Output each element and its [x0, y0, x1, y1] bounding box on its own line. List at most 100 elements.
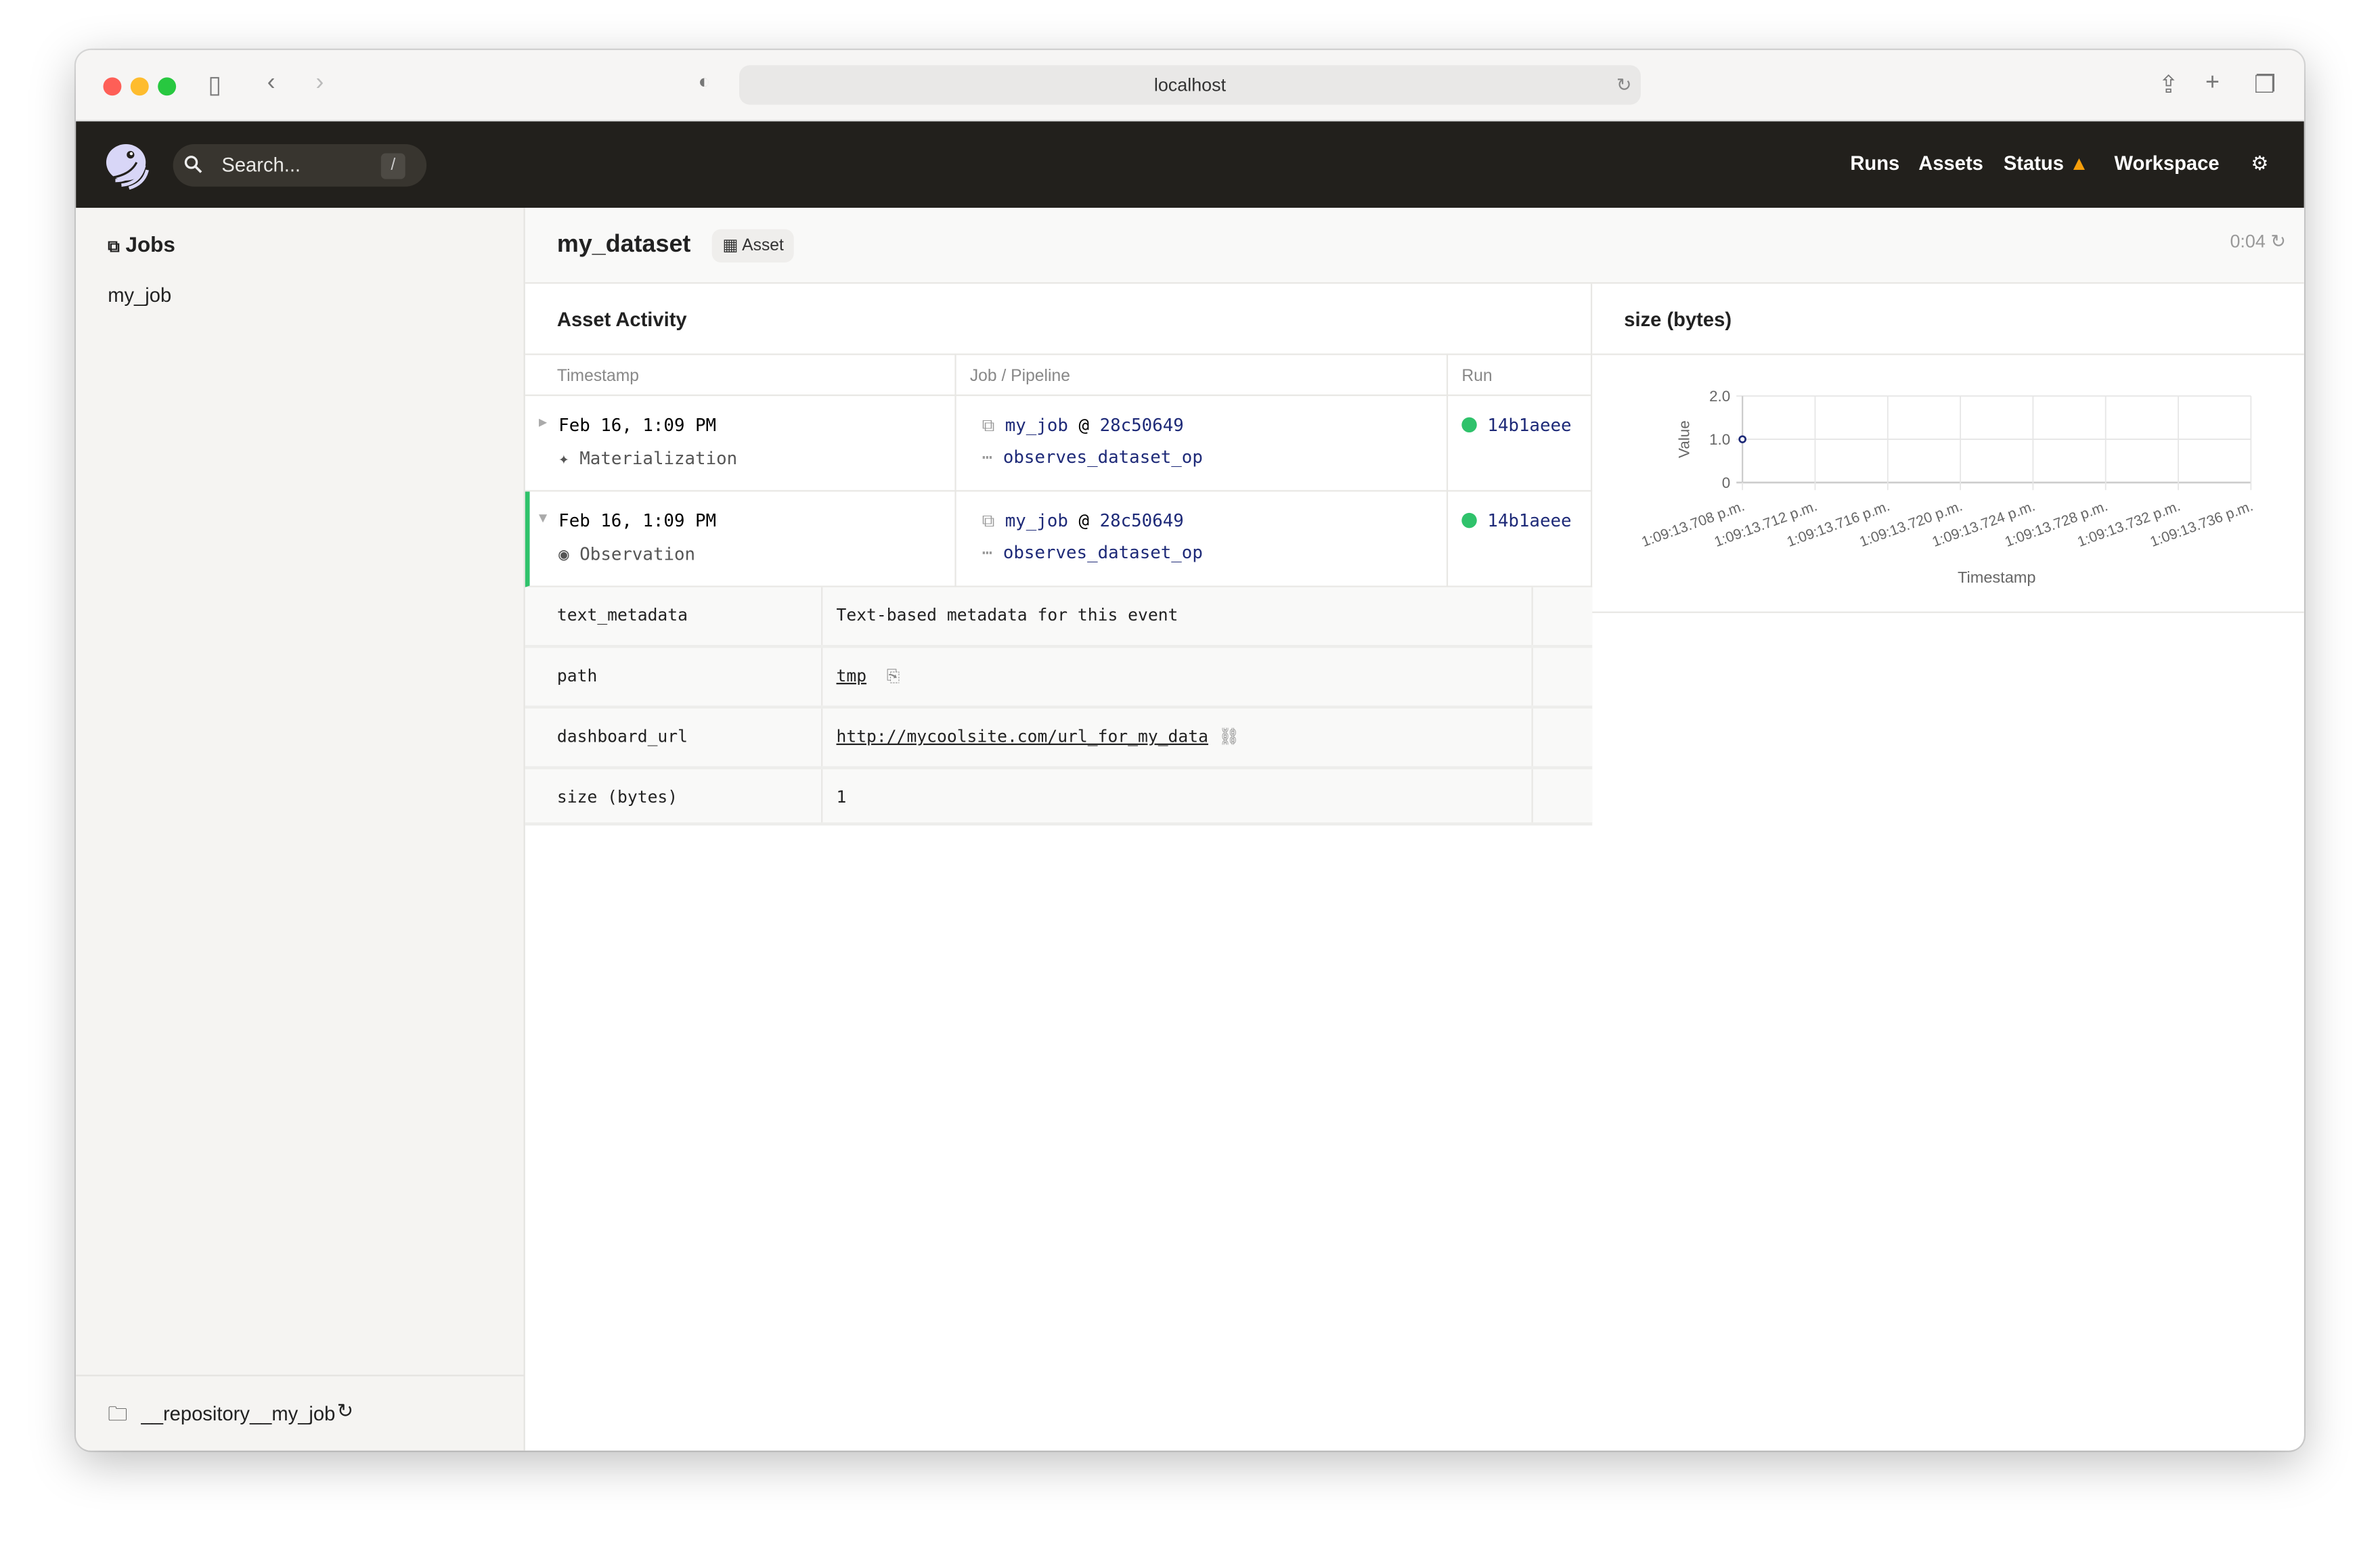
asset-header: my_dataset ▦ Asset 0:04 ↻	[525, 208, 2304, 284]
op-link[interactable]: ⋯ observes_dataset_op	[982, 446, 1203, 467]
event-type: ◉ Observation	[558, 543, 695, 564]
op-name[interactable]: observes_dataset_op	[1003, 542, 1203, 563]
op-icon: ⋯	[982, 541, 993, 563]
size-chart: 01.02.01:09:13.708 p.m.1:09:13.712 p.m.1…	[1639, 388, 2255, 586]
top-navigation: Search... / Runs Assets Status ▲ Workspa…	[76, 121, 2304, 208]
reload-icon[interactable]: ↻	[1616, 65, 1632, 104]
size-chart-panel: size (bytes) 0 1.0 2.0 1:09:13.708 p.m. 1:09…	[1592, 284, 2304, 613]
snapshot-id[interactable]: 28c50649	[1100, 510, 1184, 531]
nav-assets[interactable]: Assets	[1918, 152, 1983, 175]
job-name[interactable]: my_job	[1005, 510, 1068, 531]
at-sign: @	[1078, 510, 1090, 531]
column-job: Job / Pipeline	[969, 367, 1070, 386]
job-icon: ⧉	[982, 414, 995, 436]
minimize-window-button[interactable]	[130, 77, 149, 96]
metadata-row: dashboard_url http://mycoolsite.com/url_…	[525, 709, 1593, 769]
refresh-countdown: 0:04	[2230, 230, 2266, 252]
y-tick-label: 1.0	[1709, 431, 1730, 448]
metadata-row: path tmp ⎘	[525, 648, 1593, 709]
refresh-icon: ↻	[2270, 230, 2286, 252]
table-header: Timestamp Job / Pipeline Run	[525, 353, 1591, 397]
search-placeholder: Search...	[221, 153, 301, 177]
metadata-row: text_metadata Text-based metadata for th…	[525, 587, 1593, 648]
run-link[interactable]: 14b1aeee	[1461, 414, 1572, 436]
run-link[interactable]: 14b1aeee	[1461, 510, 1572, 531]
search-shortcut-hint: /	[380, 153, 405, 179]
op-link[interactable]: ⋯ observes_dataset_op	[982, 542, 1203, 563]
event-type-label: Materialization	[579, 447, 738, 469]
run-id[interactable]: 14b1aeee	[1487, 510, 1571, 531]
metadata-key: path	[556, 666, 598, 686]
table-row[interactable]: ▼ Feb 16, 1:09 PM ◉ Observation ⧉ my_job…	[525, 491, 1593, 587]
jobs-title: Jobs	[125, 232, 175, 256]
job-graph-icon: ⧉	[108, 238, 120, 256]
warning-icon: ▲	[2069, 152, 2089, 175]
settings-gear-icon[interactable]: ⚙	[2251, 152, 2268, 176]
share-icon[interactable]: ⇪	[2159, 70, 2179, 100]
op-icon: ⋯	[982, 446, 993, 468]
sidebar-toggle-icon[interactable]: ▯	[208, 70, 221, 100]
at-sign: @	[1078, 414, 1090, 436]
y-tick-label: 0	[1722, 474, 1730, 491]
reload-repository-icon[interactable]: ↻	[337, 1399, 353, 1423]
metadata-key: size (bytes)	[556, 787, 678, 807]
maximize-window-button[interactable]	[158, 77, 177, 96]
jobs-heading: ⧉ Jobs	[108, 232, 175, 258]
event-timestamp: Feb 16, 1:09 PM	[558, 414, 717, 436]
nav-status[interactable]: Status ▲	[2004, 152, 2089, 175]
new-tab-icon[interactable]: +	[2205, 70, 2220, 97]
materialization-icon: ✦	[558, 447, 569, 469]
folder-icon: 🗀	[108, 1401, 128, 1425]
y-tick-label: 2.0	[1709, 388, 1730, 405]
sidebar: ⧉ Jobs my_job 🗀 __repository__my_job ↻	[76, 208, 525, 1451]
refresh-timer[interactable]: 0:04 ↻	[2230, 231, 2285, 252]
shield-icon: ◐	[698, 70, 711, 93]
event-type: ✦ Materialization	[558, 447, 737, 468]
run-id[interactable]: 14b1aeee	[1487, 414, 1571, 435]
metadata-value: tmp ⎘	[837, 666, 900, 687]
nav-runs[interactable]: Runs	[1850, 152, 1899, 175]
job-name[interactable]: my_job	[1005, 414, 1068, 435]
sidebar-item-my-job[interactable]: my_job	[108, 284, 171, 307]
expand-chevron-icon[interactable]: ▶	[539, 415, 547, 430]
repository-footer: 🗀 __repository__my_job ↻	[76, 1374, 524, 1451]
page-title: my_dataset	[556, 232, 691, 258]
table-icon: ▦	[722, 236, 739, 255]
column-run: Run	[1461, 367, 1493, 386]
address-bar[interactable]: localhost ↻	[739, 65, 1641, 105]
column-timestamp: Timestamp	[556, 367, 640, 386]
collapse-chevron-icon[interactable]: ▼	[539, 512, 547, 526]
url-text: localhost	[1153, 74, 1227, 96]
data-point	[1738, 435, 1746, 443]
chart-title: size (bytes)	[1624, 308, 1732, 331]
nav-status-label: Status	[2003, 152, 2064, 175]
metadata-value: Text-based metadata for this event	[836, 605, 1178, 625]
copy-icon[interactable]: ⎘	[887, 666, 900, 685]
table-row[interactable]: ▶ Feb 16, 1:09 PM ✦ Materialization ⧉ my…	[525, 396, 1593, 492]
success-status-dot	[1461, 417, 1477, 433]
op-name[interactable]: observes_dataset_op	[1003, 446, 1203, 467]
search-input[interactable]: Search... /	[173, 144, 427, 187]
dashboard-url-link[interactable]: http://mycoolsite.com/url_for_my_data	[837, 727, 1208, 746]
asset-badge: ▦ Asset	[711, 229, 795, 263]
search-icon	[183, 155, 203, 179]
job-icon: ⧉	[982, 510, 995, 531]
path-link[interactable]: tmp	[837, 666, 867, 685]
job-link[interactable]: ⧉ my_job @ 28c50649	[982, 414, 1184, 437]
nav-workspace[interactable]: Workspace	[2115, 152, 2220, 175]
metadata-value: 1	[836, 787, 847, 807]
close-window-button[interactable]	[103, 77, 122, 96]
dagster-logo-icon[interactable]	[103, 141, 152, 190]
browser-titlebar: ▯ ‹ › ◐ localhost ↻ ⇪ + ❐	[76, 49, 2304, 122]
success-status-dot	[1461, 512, 1477, 529]
y-axis-label: Value	[1676, 420, 1693, 458]
x-axis-label: Timestamp	[1958, 568, 2035, 586]
forward-icon[interactable]: ›	[315, 70, 324, 97]
eye-icon: ◉	[558, 543, 569, 565]
snapshot-id[interactable]: 28c50649	[1100, 414, 1184, 435]
job-link[interactable]: ⧉ my_job @ 28c50649	[982, 510, 1184, 533]
event-timestamp: Feb 16, 1:09 PM	[558, 510, 717, 531]
tabs-overview-icon[interactable]: ❐	[2254, 70, 2276, 100]
back-icon[interactable]: ‹	[267, 70, 276, 97]
repository-name[interactable]: __repository__my_job	[141, 1402, 336, 1425]
